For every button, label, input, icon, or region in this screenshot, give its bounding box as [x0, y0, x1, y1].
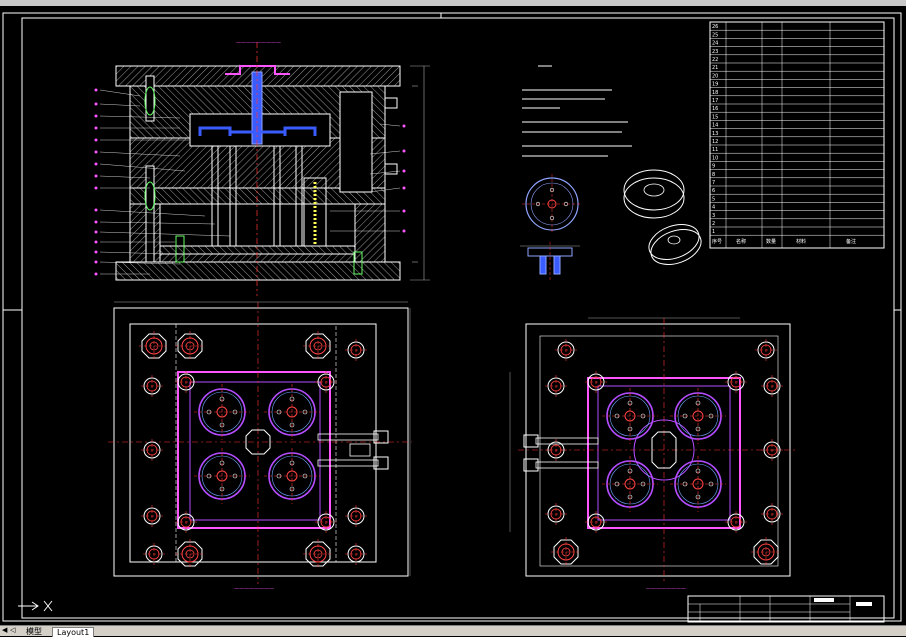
bom-row-number: 5 [712, 196, 715, 202]
fixed-half-plan-view[interactable]: ———————— [108, 301, 412, 592]
bom-row-number: 13 [712, 131, 718, 137]
bom-row-number: 17 [712, 98, 718, 104]
bom-row-number: 22 [712, 57, 718, 63]
bom-row-number: 15 [712, 114, 718, 120]
mold-section-view[interactable]: ————————— [94, 40, 431, 296]
bom-header-cell: 序号 [712, 238, 722, 245]
tab-first-icon[interactable]: ◀ [2, 626, 10, 635]
bom-header-cell: 数量 [766, 238, 776, 245]
bom-row-number: 7 [712, 180, 715, 186]
part-views[interactable] [520, 169, 706, 282]
bom-row-number: 1 [712, 229, 715, 235]
svg-text:—————————: ————————— [236, 40, 281, 46]
ucs-icon [18, 600, 53, 612]
bom-row-number: 19 [712, 82, 718, 88]
bom-header-cell: 名称 [736, 238, 746, 245]
svg-text:————————: ———————— [646, 586, 686, 592]
technical-notes [522, 65, 632, 157]
bom-row-number: 23 [712, 49, 718, 55]
tab-prev-icon[interactable]: ◁ [10, 626, 18, 635]
bom-row-number: 16 [712, 106, 718, 112]
bom-table: 2625242322212019181716151413121110987654… [709, 21, 885, 249]
bom-row-number: 21 [712, 65, 718, 71]
bom-row-number: 24 [712, 41, 718, 47]
bom-row-number: 18 [712, 90, 718, 96]
bom-row-number: 26 [712, 24, 718, 30]
bom-row-number: 11 [712, 147, 718, 153]
bom-row-number: 3 [712, 213, 715, 219]
bom-row-number: 25 [712, 32, 718, 38]
bom-row-number: 6 [712, 188, 715, 194]
bom-row-number: 12 [712, 139, 718, 145]
bom-row-number: 9 [712, 164, 715, 170]
tab-layout1[interactable]: Layout1 [52, 627, 95, 637]
bom-row-number: 20 [712, 73, 718, 79]
bom-row-number: 8 [712, 172, 715, 178]
bom-row-number: 14 [712, 123, 718, 129]
bom-row-number: 2 [712, 221, 715, 227]
bom-row-number: 10 [712, 155, 718, 161]
bom-row-number: 4 [712, 205, 715, 211]
cad-drawing-canvas[interactable]: ————————— 262524232221201918171615141312… [0, 6, 906, 625]
layout-tab-bar: ◀ ◁ 模型 Layout1 [0, 625, 906, 637]
bom-header-cell: 材料 [796, 238, 806, 245]
moving-half-plan-view[interactable]: ———————— [509, 317, 796, 592]
bom-header-cell: 备注 [846, 238, 856, 245]
svg-text:————————: ———————— [234, 586, 274, 592]
